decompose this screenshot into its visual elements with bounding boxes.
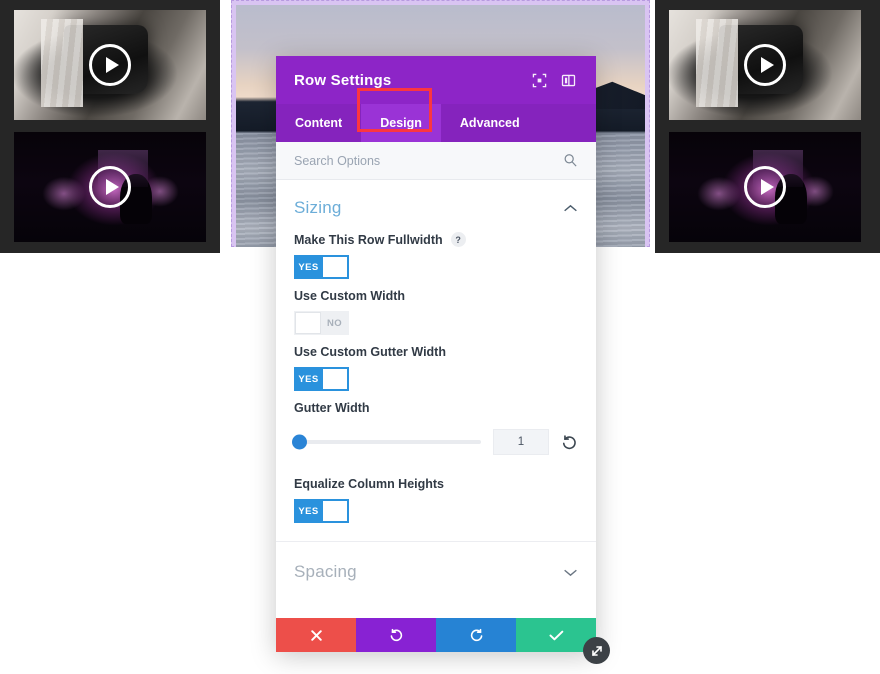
toggle-state-label: YES xyxy=(298,505,319,517)
modal-action-bar xyxy=(276,618,596,652)
redo-button[interactable] xyxy=(436,618,516,652)
field-label: Use Custom Width xyxy=(294,289,578,303)
label-text: Equalize Column Heights xyxy=(294,477,445,491)
camera-gear-video[interactable] xyxy=(14,10,206,120)
tab-advanced[interactable]: Advanced xyxy=(441,104,539,142)
help-icon[interactable]: ? xyxy=(450,232,466,247)
field-label: Use Custom Gutter Width xyxy=(294,345,578,359)
field-label: Gutter Width xyxy=(294,401,578,415)
gutter-width-slider[interactable] xyxy=(292,434,481,450)
camera-gear-video[interactable] xyxy=(669,10,861,120)
modal-title: Row Settings xyxy=(294,71,392,89)
chevron-up-icon[interactable] xyxy=(563,204,578,213)
resize-handle[interactable] xyxy=(583,637,610,664)
chevron-down-icon[interactable] xyxy=(563,568,578,577)
toggle-knob xyxy=(295,312,321,334)
toggle-state-label: YES xyxy=(298,373,319,385)
field-label: Equalize Column Heights xyxy=(294,477,578,491)
section-sizing-header[interactable]: Sizing xyxy=(276,180,596,222)
right-video-column xyxy=(655,0,880,253)
field-make-row-fullwidth: Make This Row Fullwidth ? YES xyxy=(276,222,596,279)
field-use-custom-gutter-width: Use Custom Gutter Width YES xyxy=(276,335,596,391)
undo-button[interactable] xyxy=(356,618,436,652)
play-icon[interactable] xyxy=(744,44,786,86)
label-text: Gutter Width xyxy=(294,401,370,415)
toggle-state-label: NO xyxy=(326,317,343,329)
toggle-use-custom-width[interactable]: NO xyxy=(294,311,349,335)
section-spacing-header[interactable]: Spacing xyxy=(276,541,596,600)
modal-body: Sizing Make This Row Fullwidth ? YES Use… xyxy=(276,180,596,618)
row-settings-modal: Row Settings Content Design Advanced Sea… xyxy=(276,56,610,664)
concert-lights-video[interactable] xyxy=(669,132,861,242)
toggle-make-row-fullwidth[interactable]: YES xyxy=(294,255,349,279)
concert-lights-video[interactable] xyxy=(14,132,206,242)
toggle-equalize-column-heights[interactable]: YES xyxy=(294,499,349,523)
play-icon[interactable] xyxy=(89,166,131,208)
toggle-state-label: YES xyxy=(298,261,319,273)
tab-design[interactable]: Design xyxy=(361,104,441,142)
field-use-custom-width: Use Custom Width NO xyxy=(276,279,596,335)
modal-header-icons xyxy=(530,71,578,90)
section-spacing-title: Spacing xyxy=(294,562,357,581)
section-sizing-title: Sizing xyxy=(294,198,342,217)
gutter-width-slider-row xyxy=(276,423,596,455)
slider-handle[interactable] xyxy=(292,434,307,450)
reset-icon[interactable] xyxy=(561,434,578,451)
search-icon[interactable] xyxy=(563,153,578,168)
cancel-button[interactable] xyxy=(276,618,356,652)
gutter-width-input[interactable] xyxy=(493,429,549,455)
field-equalize-column-heights: Equalize Column Heights YES xyxy=(276,455,596,523)
toggle-use-custom-gutter-width[interactable]: YES xyxy=(294,367,349,391)
field-label: Make This Row Fullwidth ? xyxy=(294,232,578,247)
label-text: Make This Row Fullwidth xyxy=(294,232,443,247)
search-input[interactable] xyxy=(294,153,563,168)
play-icon[interactable] xyxy=(89,44,131,86)
toggle-knob xyxy=(322,500,348,522)
field-gutter-width: Gutter Width xyxy=(276,391,596,415)
label-text: Use Custom Width xyxy=(294,289,405,303)
modal-header: Row Settings xyxy=(276,56,596,104)
screenshot-root: Row Settings Content Design Advanced Sea… xyxy=(0,0,880,674)
panel-layout-icon[interactable] xyxy=(559,71,578,90)
search-options-bar[interactable] xyxy=(276,142,596,180)
modal-tabs: Content Design Advanced xyxy=(276,88,596,142)
left-video-column xyxy=(0,0,220,253)
toggle-knob xyxy=(322,256,348,278)
label-text: Use Custom Gutter Width xyxy=(294,345,446,359)
fullscreen-icon[interactable] xyxy=(530,71,549,90)
play-icon[interactable] xyxy=(744,166,786,208)
toggle-knob xyxy=(322,368,348,390)
tab-content[interactable]: Content xyxy=(276,104,361,142)
